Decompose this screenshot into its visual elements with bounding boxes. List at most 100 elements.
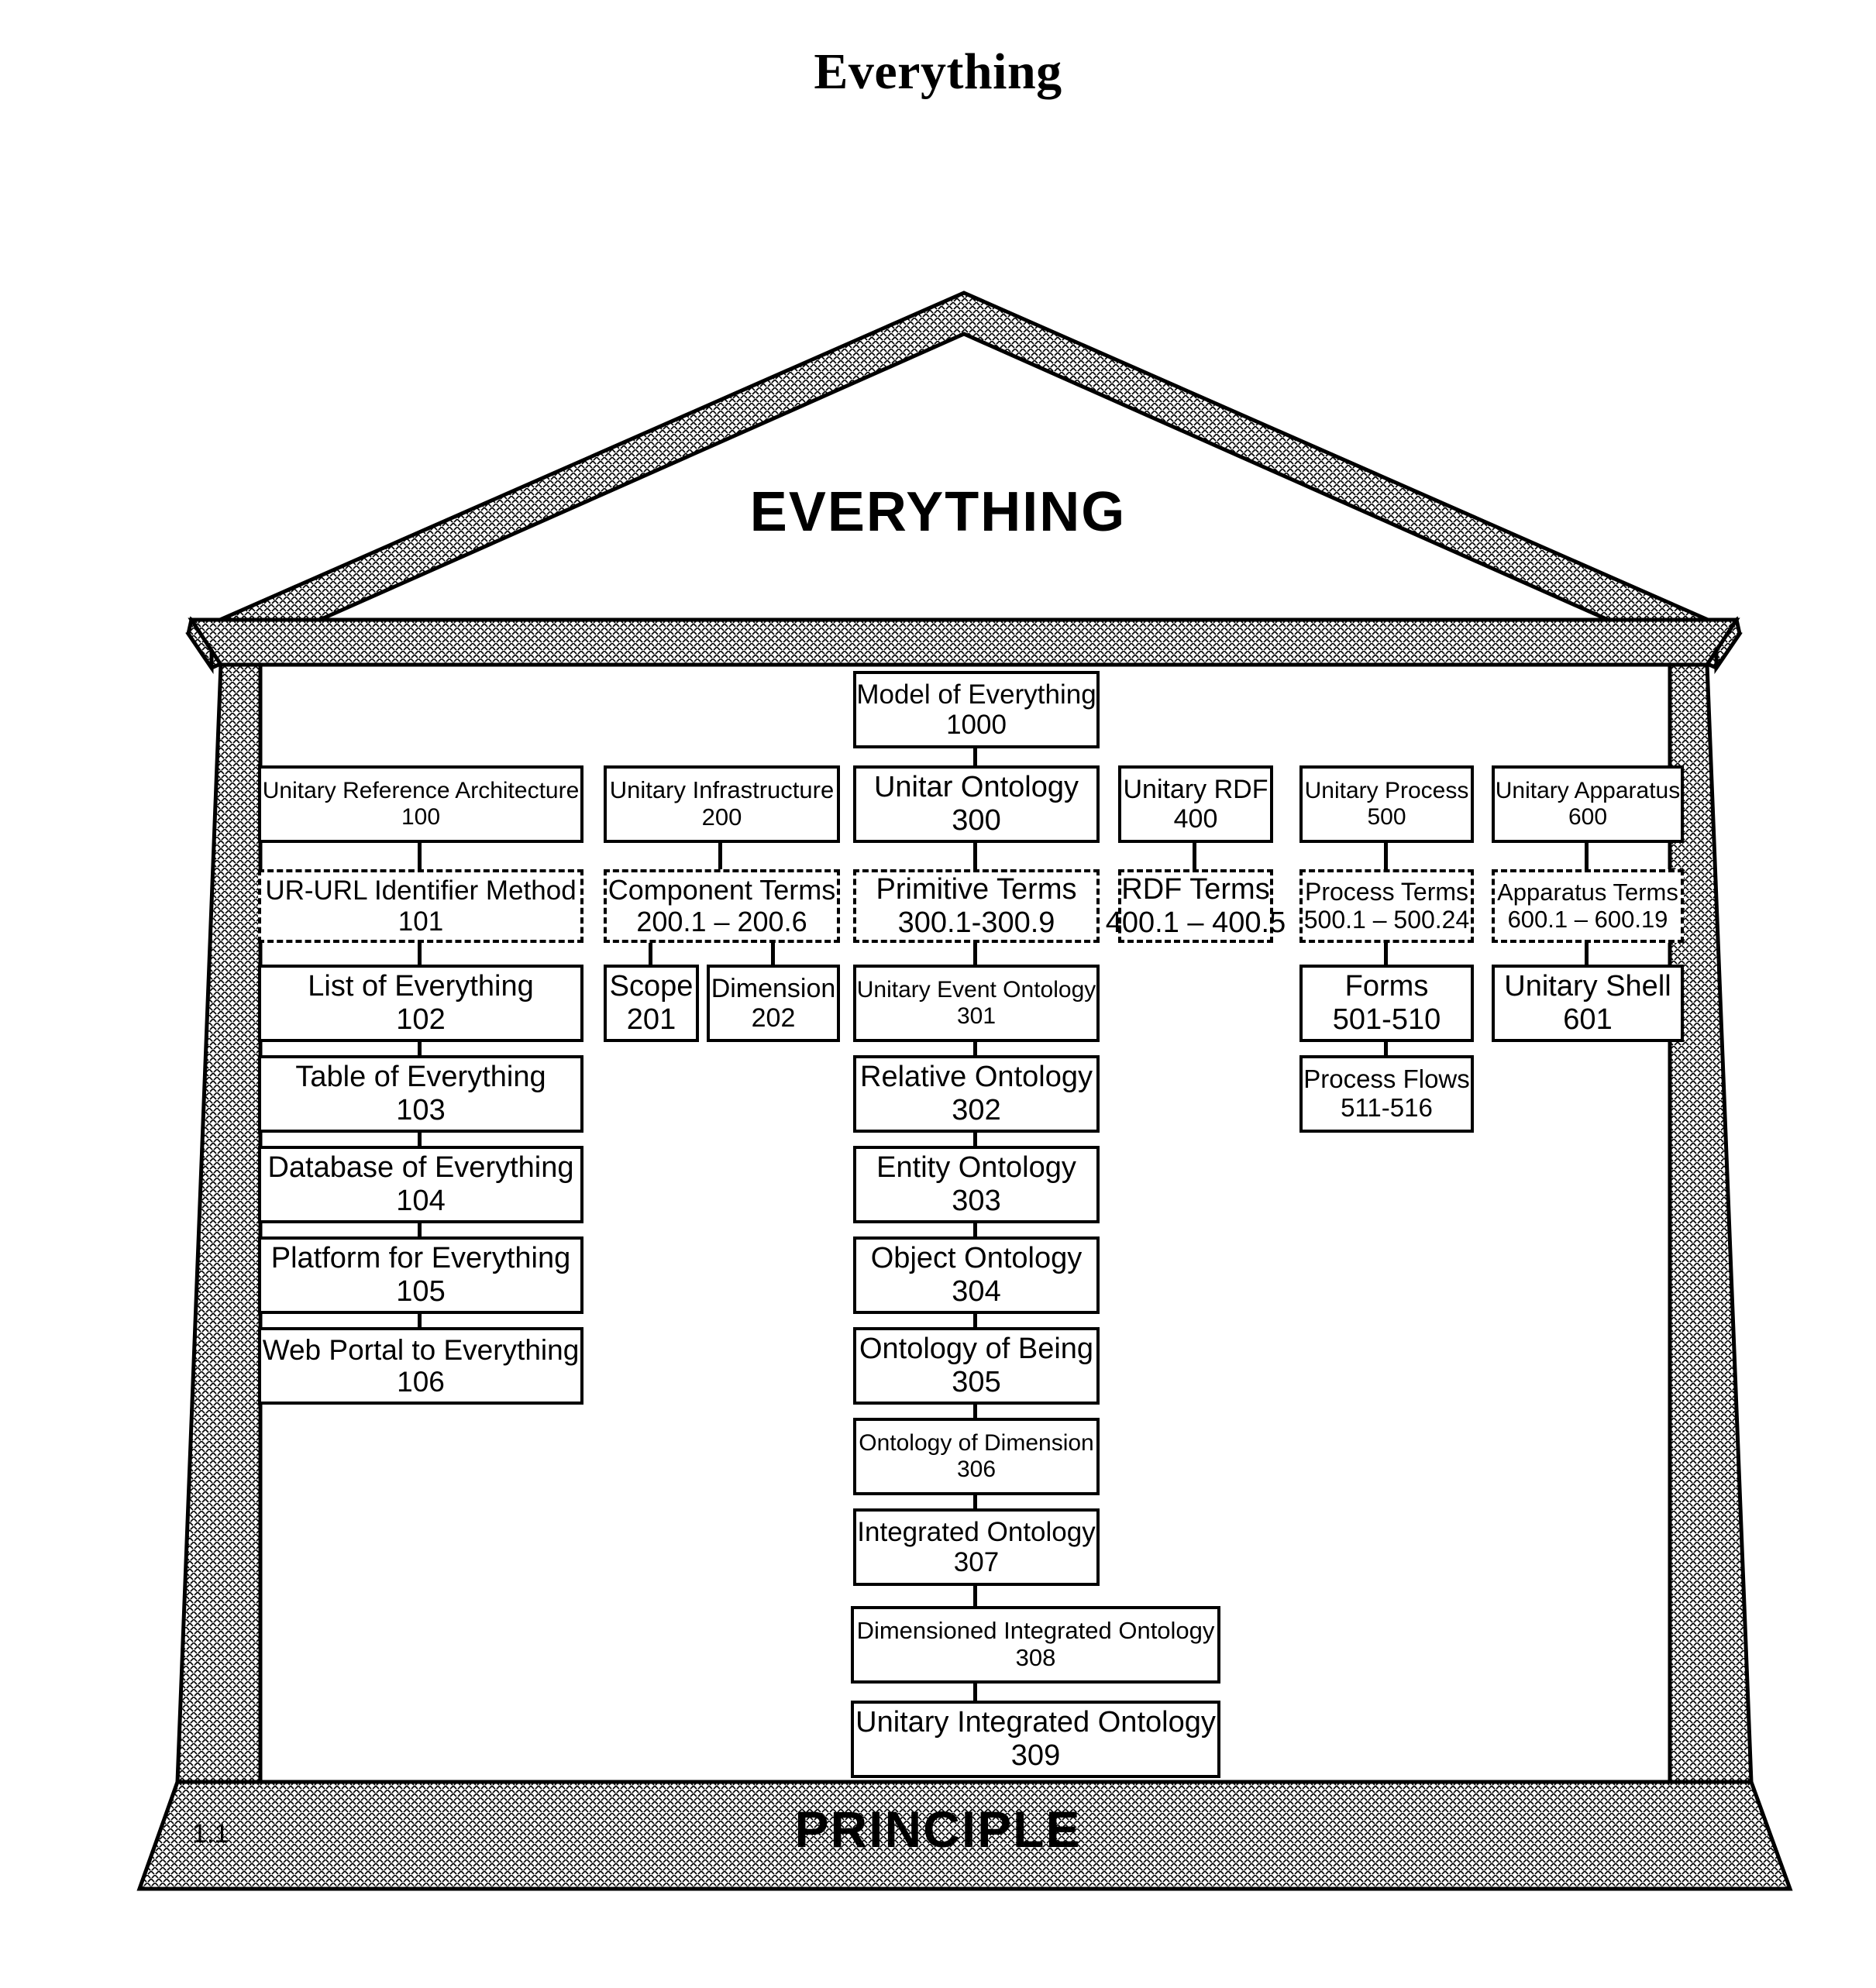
- node-number: 500.1 – 500.24: [1303, 905, 1470, 934]
- node-number: 303: [952, 1185, 1001, 1217]
- node-number: 300.1-300.9: [897, 906, 1055, 939]
- diagram-node-101[interactable]: UR-URL Identifier Method 101: [258, 869, 583, 943]
- node-number: 101: [398, 906, 444, 937]
- node-label: Unitary Reference Architecture: [262, 778, 580, 804]
- diagram-node-200[interactable]: Unitary Infrastructure 200: [604, 765, 840, 843]
- node-number: 103: [396, 1094, 446, 1126]
- node-label: Unitary Integrated Ontology: [855, 1706, 1216, 1739]
- diagram-node-400.1400.5[interactable]: RDF Terms 400.1 – 400.5: [1106, 869, 1286, 943]
- node-number: 308: [1015, 1644, 1056, 1671]
- node-label: Unitar Ontology: [873, 771, 1079, 804]
- node-number: 300: [952, 804, 1001, 837]
- connector-line: [973, 1133, 977, 1146]
- node-number: 400: [1173, 804, 1218, 834]
- node-label: Object Ontology: [870, 1242, 1083, 1275]
- diagram-node-100[interactable]: Unitary Reference Architecture 100: [258, 765, 583, 843]
- node-number: 106: [397, 1366, 445, 1398]
- node-number: 301: [956, 1003, 997, 1029]
- node-label: Ontology of Dimension: [859, 1430, 1094, 1457]
- diagram-node-103[interactable]: Table of Everything 103: [258, 1055, 583, 1133]
- node-label: UR-URL Identifier Method: [265, 875, 577, 906]
- diagram-node-500.1500.24[interactable]: Process Terms 500.1 – 500.24: [1299, 869, 1474, 943]
- diagram-node-511-516[interactable]: Process Flows 511-516: [1299, 1055, 1474, 1133]
- diagram-node-104[interactable]: Database of Everything 104: [258, 1146, 583, 1223]
- diagram-node-600.1600.19[interactable]: Apparatus Terms 600.1 – 600.19: [1492, 869, 1684, 943]
- diagram-node-501-510[interactable]: Forms 501-510: [1299, 965, 1474, 1042]
- node-number: 302: [952, 1094, 1001, 1126]
- node-number: 100: [401, 804, 441, 830]
- base-label: PRINCIPLE: [794, 1801, 1082, 1858]
- node-label: Integrated Ontology: [857, 1516, 1096, 1547]
- connector-line: [418, 1133, 422, 1146]
- diagram-node-300[interactable]: Unitar Ontology 300: [853, 765, 1100, 843]
- diagram-node-106[interactable]: Web Portal to Everything 106: [258, 1327, 583, 1405]
- node-label: Process Terms: [1304, 877, 1468, 906]
- node-label: Relative Ontology: [860, 1061, 1093, 1094]
- diagram-node-400[interactable]: Unitary RDF 400: [1118, 765, 1273, 843]
- diagram-node-105[interactable]: Platform for Everything 105: [258, 1236, 583, 1314]
- node-label: Scope: [609, 970, 694, 1003]
- node-label: Ontology of Being: [859, 1333, 1094, 1366]
- diagram-node-600[interactable]: Unitary Apparatus 600: [1492, 765, 1684, 843]
- node-label: Table of Everything: [295, 1061, 546, 1094]
- connector-line: [973, 1495, 977, 1508]
- connector-line: [973, 1042, 977, 1055]
- node-label: Entity Ontology: [876, 1151, 1076, 1185]
- diagram-node-200.1200.6[interactable]: Component Terms 200.1 – 200.6: [604, 869, 840, 943]
- node-number: 601: [1563, 1003, 1613, 1036]
- connector-line: [973, 943, 977, 965]
- node-label: Web Portal to Everything: [262, 1333, 580, 1366]
- node-number: 309: [1010, 1739, 1061, 1772]
- node-number: 200: [701, 803, 742, 831]
- roof-soffit-band: [188, 617, 1740, 667]
- diagram-node-309[interactable]: Unitary Integrated Ontology 309: [851, 1701, 1220, 1778]
- node-number: 306: [956, 1457, 997, 1482]
- connector-line: [1384, 943, 1388, 965]
- node-label: Unitary Shell: [1504, 970, 1671, 1003]
- diagram-node-1000[interactable]: Model of Everything 1000: [853, 671, 1100, 748]
- connector-line: [718, 843, 722, 869]
- connector-line: [418, 1042, 422, 1055]
- diagram-node-202[interactable]: Dimension 202: [707, 965, 840, 1042]
- connector-line: [418, 1223, 422, 1236]
- connector-line: [973, 748, 977, 765]
- diagram-node-306[interactable]: Ontology of Dimension 306: [853, 1418, 1100, 1495]
- node-label: Component Terms: [608, 874, 836, 906]
- connector-line: [418, 843, 422, 869]
- node-number: 600: [1568, 804, 1608, 830]
- node-label: Dimensioned Integrated Ontology: [856, 1617, 1215, 1645]
- diagram-node-300.1-300.9[interactable]: Primitive Terms 300.1-300.9: [853, 869, 1100, 943]
- node-label: List of Everything: [308, 970, 534, 1003]
- node-number: 104: [396, 1185, 446, 1217]
- diagram-node-500[interactable]: Unitary Process 500: [1299, 765, 1474, 843]
- diagram-node-201[interactable]: Scope 201: [604, 965, 699, 1042]
- node-number: 1000: [946, 710, 1007, 740]
- diagram-node-601[interactable]: Unitary Shell 601: [1492, 965, 1684, 1042]
- connector-line: [973, 1405, 977, 1418]
- connector-line: [973, 1684, 977, 1701]
- node-label: Unitary RDF: [1123, 774, 1268, 804]
- node-label: Forms: [1344, 970, 1429, 1003]
- node-label: Unitary Event Ontology: [856, 977, 1096, 1003]
- connector-line: [418, 943, 422, 965]
- diagram-node-307[interactable]: Integrated Ontology 307: [853, 1508, 1100, 1586]
- node-number: 501-510: [1332, 1003, 1441, 1036]
- diagram-node-102[interactable]: List of Everything 102: [258, 965, 583, 1042]
- node-number: 600.1 – 600.19: [1507, 905, 1668, 933]
- connector-line: [973, 843, 977, 869]
- node-label: Platform for Everything: [270, 1242, 571, 1275]
- node-number: 200.1 – 200.6: [636, 905, 807, 937]
- diagram-node-301[interactable]: Unitary Event Ontology 301: [853, 965, 1100, 1042]
- diagram-node-308[interactable]: Dimensioned Integrated Ontology 308: [851, 1606, 1220, 1684]
- connector-line: [973, 1314, 977, 1327]
- node-number: 304: [952, 1275, 1001, 1308]
- diagram-node-305[interactable]: Ontology of Being 305: [853, 1327, 1100, 1405]
- diagram-node-302[interactable]: Relative Ontology 302: [853, 1055, 1100, 1133]
- diagram-node-303[interactable]: Entity Ontology 303: [853, 1146, 1100, 1223]
- diagram-node-304[interactable]: Object Ontology 304: [853, 1236, 1100, 1314]
- node-number: 102: [396, 1003, 446, 1036]
- left-wall: [175, 662, 263, 1784]
- node-label: Unitary Infrastructure: [609, 776, 835, 804]
- roof-label: EVERYTHING: [749, 481, 1127, 543]
- node-label: Unitary Process: [1304, 778, 1469, 804]
